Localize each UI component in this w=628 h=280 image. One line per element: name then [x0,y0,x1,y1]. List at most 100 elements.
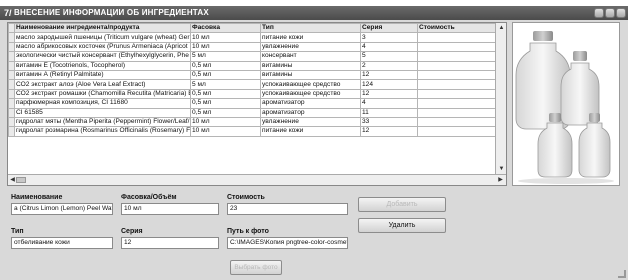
column-header[interactable]: Фасовка [190,23,261,34]
table-cell[interactable]: 3 [360,32,418,43]
table-cell[interactable]: 0,5 мл [190,88,261,100]
table-cell[interactable]: витамин А (Retinyl Palmitate) [14,69,191,81]
table-cell[interactable]: консервант [260,51,361,62]
cost-label: Стоимость [227,194,265,201]
maximize-button[interactable] [605,8,615,18]
table-cell[interactable]: 2 [360,60,418,71]
table-cell[interactable] [417,69,496,81]
table-cell[interactable]: 5 [360,51,418,62]
table-cell[interactable]: экологически чистый консервант (Ethylhex… [14,51,191,62]
table-row[interactable]: витамин А (Retinyl Palmitate) 0,5 мл витам… [8,69,496,81]
table-cell[interactable]: увлажнение [260,116,361,128]
table-cell[interactable]: 0,5 мл [190,69,261,81]
table-cell[interactable]: успокаивающее средство [260,79,361,90]
table-cell[interactable]: питание кожи [260,32,361,43]
table-row[interactable]: парфюмерная композиция, CI 11680 0,5 мл ар… [8,98,496,109]
table-header-row: Наименование ингредиента/продукта Фасовк… [8,23,496,34]
name-label: Наименование [11,194,63,201]
table-cell[interactable]: гидролат розмарина (Rosmarinus Officinal… [14,126,191,137]
column-header[interactable]: Наименование ингредиента/продукта [14,23,191,34]
table-cell[interactable]: успокаивающее средство [260,88,361,100]
photo-path-label: Путь к фото [227,228,269,235]
horizontal-scrollbar[interactable]: ◀ ▶ [8,174,506,185]
add-button[interactable]: Добавить [358,197,446,212]
table-cell[interactable] [417,126,496,137]
minimize-button[interactable] [594,8,604,18]
table-cell[interactable]: витамины [260,60,361,71]
table-row[interactable]: экологически чистый консервант (Ethylhex… [8,51,496,62]
cost-input[interactable]: 23 [227,203,348,215]
table-row[interactable]: масло зародышей пшеницы (Triticum vulgar… [8,32,496,43]
table-cell[interactable] [417,51,496,62]
table-cell[interactable] [417,107,496,118]
pack-input[interactable]: 10 мл [121,203,219,215]
table-cell[interactable]: 0,5 мл [190,60,261,71]
column-header[interactable]: Тип [260,23,361,34]
scroll-up-icon[interactable]: ▲ [497,24,506,33]
table-cell[interactable]: 4 [360,41,418,53]
table-cell[interactable]: СО2 экстракт ромашки (Chamomilla Recutit… [14,88,191,100]
column-header[interactable]: Стоимость [417,23,496,34]
table-cell[interactable]: 10 мл [190,41,261,53]
table-row[interactable]: гидролат розмарина (Rosmarinus Officinal… [8,126,496,137]
table-cell[interactable] [417,32,496,43]
table-cell[interactable]: ароматизатор [260,98,361,109]
horizontal-scroll-thumb[interactable] [16,177,26,183]
table-row[interactable]: гидролат мяты (Mentha Piperita (Peppermi… [8,116,496,128]
delete-button[interactable]: Удалить [358,218,446,233]
vertical-scrollbar[interactable]: ▲ ▼ [495,23,506,175]
table-cell[interactable]: 0,5 мл [190,107,261,118]
ingredients-grid[interactable]: Наименование ингредиента/продукта Фасовк… [7,22,507,186]
main-window: 7/ ВНЕСЕНИЕ ИНФОРМАЦИИ ОБ ИНГРЕДИЕНТАХ Н… [0,6,628,280]
table-cell[interactable]: ароматизатор [260,107,361,118]
type-input[interactable]: отбеливание кожи [11,237,113,249]
product-photo [512,22,620,186]
table-cell[interactable]: 33 [360,116,418,128]
scroll-right-icon[interactable]: ▶ [496,176,505,185]
resize-grip-icon[interactable] [618,270,626,278]
table-cell[interactable]: 12 [360,126,418,137]
series-input[interactable]: 12 [121,237,219,249]
table-cell[interactable] [417,79,496,90]
column-header[interactable]: Серия [360,23,418,34]
table-cell[interactable]: витамины [260,69,361,81]
table-cell[interactable] [417,60,496,71]
table-cell[interactable] [417,41,496,53]
photo-path-input[interactable]: C:\IMAGES\Копия pngtree-color-cosmetics- [227,237,348,249]
close-button[interactable] [616,8,626,18]
table-cell[interactable]: 5 мл [190,79,261,90]
table-row[interactable]: СО2 экстракт алоэ (Aloe Vera Leaf Extrac… [8,79,496,90]
name-input[interactable]: a (Citrus Limon (Lemon) Peel Water) [11,203,113,215]
window-title: ВНЕСЕНИЕ ИНФОРМАЦИИ ОБ ИНГРЕДИЕНТАХ [14,8,209,17]
pack-label: Фасовка/Объём [121,194,177,201]
table-cell[interactable]: 0,5 мл [190,98,261,109]
table-cell[interactable] [417,116,496,128]
choose-photo-button[interactable]: Выбрать фото [230,260,282,275]
table-cell[interactable]: масло абрикосовых косточек (Prunus Armen… [14,41,191,53]
table-cell[interactable]: гидролат мяты (Mentha Piperita (Peppermi… [14,116,191,128]
table-cell[interactable]: 10 мл [190,116,261,128]
table-row[interactable]: СО2 экстракт ромашки (Chamomilla Recutit… [8,88,496,100]
table-cell[interactable] [417,88,496,100]
table-cell[interactable] [417,98,496,109]
table-row[interactable]: витамин E (Tocotrienols, Tocopherol) 0,5 … [8,60,496,71]
table-cell[interactable]: 12 [360,88,418,100]
table-cell[interactable]: масло зародышей пшеницы (Triticum vulgar… [14,32,191,43]
table-cell[interactable]: витамин E (Tocotrienols, Tocopherol) [14,60,191,71]
table-cell[interactable]: питание кожи [260,126,361,137]
table-cell[interactable]: 11 [360,107,418,118]
table-row[interactable]: масло абрикосовых косточек (Prunus Armen… [8,41,496,53]
table-cell[interactable]: 10 мл [190,126,261,137]
table-cell[interactable]: 4 [360,98,418,109]
bottles-image [515,31,614,184]
table-cell[interactable]: 10 мл [190,32,261,43]
table-cell[interactable]: CI 61585 [14,107,191,118]
table-cell[interactable]: 5 мл [190,51,261,62]
table-cell[interactable]: увлажнение [260,41,361,53]
table-cell[interactable]: 12 [360,69,418,81]
table-cell[interactable]: СО2 экстракт алоэ (Aloe Vera Leaf Extrac… [14,79,191,90]
table-cell[interactable]: 124 [360,79,418,90]
scroll-down-icon[interactable]: ▼ [497,165,506,174]
table-cell[interactable]: парфюмерная композиция, CI 11680 [14,98,191,109]
table-row[interactable]: CI 61585 0,5 мл ароматизатор 11 [8,107,496,118]
